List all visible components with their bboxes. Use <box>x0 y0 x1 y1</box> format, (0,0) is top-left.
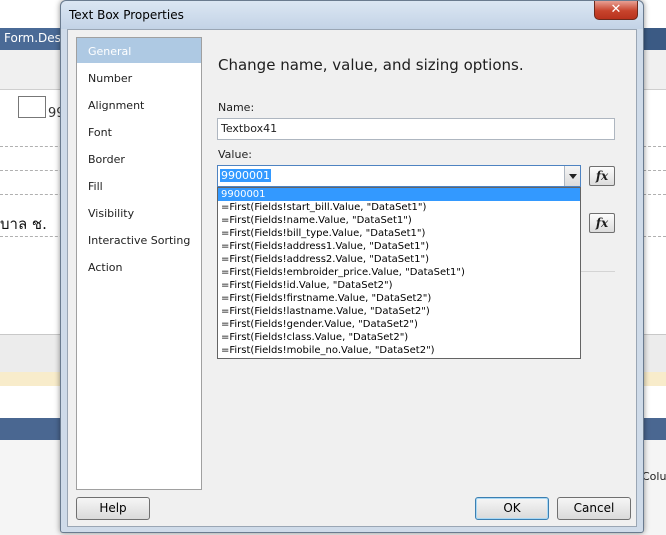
dropdown-option[interactable]: =First(Fields!lastname.Value, "DataSet2"… <box>218 305 580 318</box>
nav-item-general[interactable]: General <box>77 38 201 63</box>
dialog-title-bar[interactable]: Text Box Properties ✕ <box>61 1 643 29</box>
dropdown-option[interactable]: =First(Fields!gender.Value, "DataSet2") <box>218 318 580 331</box>
dialog-client-area: General Number Alignment Font Border Fil… <box>67 29 637 527</box>
value-label: Value: <box>218 148 252 161</box>
dropdown-option[interactable]: =First(Fields!bill_type.Value, "DataSet1… <box>218 227 580 240</box>
dropdown-option[interactable]: =First(Fields!class.Value, "DataSet2") <box>218 331 580 344</box>
value-dropdown-list[interactable]: 9900001 =First(Fields!start_bill.Value, … <box>217 187 581 359</box>
dropdown-option[interactable]: =First(Fields!embroider_price.Value, "Da… <box>218 266 580 279</box>
dropdown-option[interactable]: =First(Fields!id.Value, "DataSet2") <box>218 279 580 292</box>
textbox-selection-handle[interactable] <box>18 96 46 118</box>
nav-item-visibility[interactable]: Visibility <box>77 200 201 225</box>
chevron-down-icon[interactable] <box>564 166 580 186</box>
value-expression-button[interactable]: fx <box>589 166 615 186</box>
ok-button[interactable]: OK <box>475 497 549 520</box>
dropdown-option[interactable]: =First(Fields!mobile_no.Value, "DataSet2… <box>218 344 580 357</box>
name-label: Name: <box>218 101 255 114</box>
value-combobox[interactable]: 9900001 <box>217 165 581 187</box>
nav-item-font[interactable]: Font <box>77 119 201 144</box>
nav-item-alignment[interactable]: Alignment <box>77 92 201 117</box>
nav-item-border[interactable]: Border <box>77 146 201 171</box>
dropdown-option[interactable]: =First(Fields!address2.Value, "DataSet1"… <box>218 253 580 266</box>
report-thai-text: บาล ช. <box>0 215 47 233</box>
page-heading: Change name, value, and sizing options. <box>218 56 524 74</box>
nav-item-fill[interactable]: Fill <box>77 173 201 198</box>
dialog-title: Text Box Properties <box>69 8 184 22</box>
dropdown-option[interactable]: 9900001 <box>218 188 580 201</box>
nav-item-action[interactable]: Action <box>77 254 201 279</box>
value-combobox-text[interactable]: 9900001 <box>220 169 271 182</box>
help-button[interactable]: Help <box>76 497 150 520</box>
expression-button[interactable]: fx <box>589 213 615 233</box>
dropdown-option[interactable]: =First(Fields!address1.Value, "DataSet1"… <box>218 240 580 253</box>
dropdown-option[interactable]: =First(Fields!name.Value, "DataSet1") <box>218 214 580 227</box>
dropdown-option[interactable]: =First(Fields!start_bill.Value, "DataSet… <box>218 201 580 214</box>
property-page-nav: General Number Alignment Font Border Fil… <box>76 37 202 490</box>
ide-column-header-text: Colu <box>642 470 666 483</box>
cancel-button[interactable]: Cancel <box>557 497 631 520</box>
nav-item-number[interactable]: Number <box>77 65 201 90</box>
close-button[interactable]: ✕ <box>594 1 638 20</box>
text-box-properties-dialog: Text Box Properties ✕ General Number Ali… <box>60 0 644 533</box>
nav-item-interactive-sorting[interactable]: Interactive Sorting <box>77 227 201 252</box>
name-input[interactable]: Textbox41 <box>217 118 615 140</box>
dropdown-option[interactable]: =First(Fields!firstname.Value, "DataSet2… <box>218 292 580 305</box>
